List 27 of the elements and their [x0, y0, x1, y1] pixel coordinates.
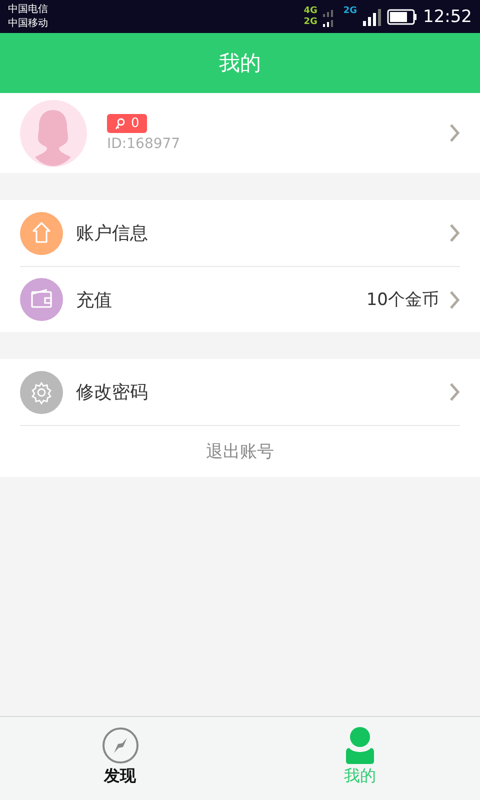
key-icon	[115, 118, 125, 130]
chevron-icon	[449, 290, 460, 310]
signal-icon	[363, 8, 381, 26]
menu-item[interactable]: 账户信息	[20, 200, 460, 266]
user-id: ID:168977	[107, 136, 180, 152]
person-icon	[346, 727, 374, 764]
network-label: 4G	[304, 6, 318, 16]
carrier-name: 中国电信	[8, 2, 48, 16]
menu-item-label: 充值	[76, 288, 112, 312]
chevron-icon	[449, 223, 460, 243]
tab[interactable]: 发现	[0, 717, 240, 800]
status-time: 12:52	[423, 6, 472, 26]
chevron-icon	[449, 123, 460, 143]
network-label: 2G	[343, 6, 357, 16]
badge-count: 0	[131, 116, 140, 131]
chevron-icon	[449, 382, 460, 402]
avatar-icon	[20, 100, 87, 166]
menu-item[interactable]: 充值 10个金币	[20, 266, 460, 332]
compass-icon	[102, 727, 138, 764]
menu-item-value: 10个金币	[366, 289, 439, 311]
battery-icon	[387, 8, 417, 24]
menu-item-label: 修改密码	[76, 381, 148, 404]
carrier-name: 中国移动	[8, 16, 48, 30]
menu-item-label: 账户信息	[76, 222, 148, 245]
menu-item[interactable]: 修改密码	[20, 359, 460, 425]
page-title: 我的	[219, 50, 261, 77]
network-label: 2G	[304, 16, 318, 28]
